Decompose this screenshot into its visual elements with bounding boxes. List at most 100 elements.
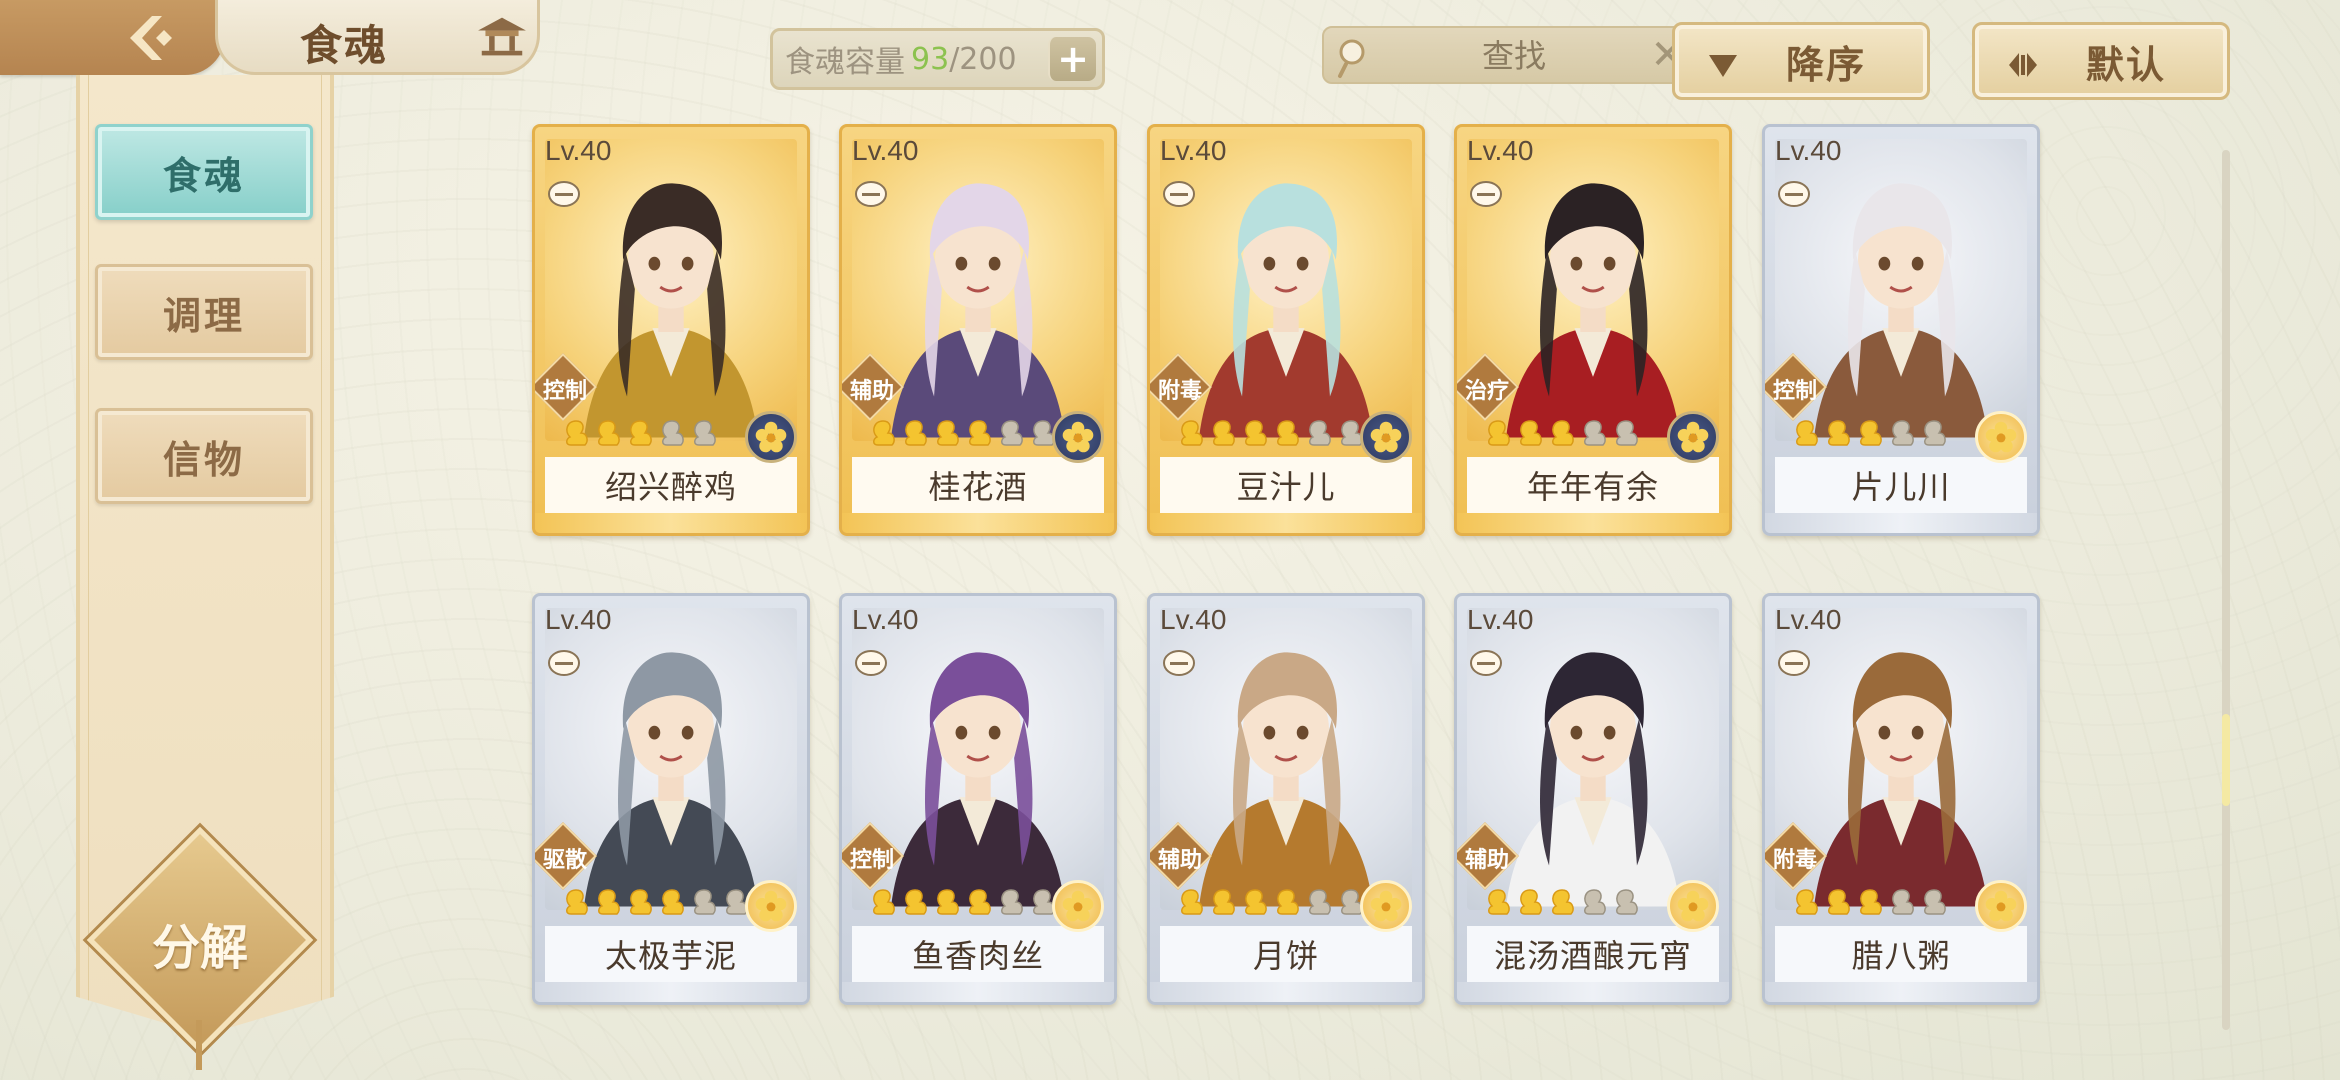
star-icon <box>937 420 959 446</box>
food-soul-card[interactable]: Lv.40 辅助 混汤酒酿元宵 <box>1454 593 1732 1005</box>
star-icon <box>1520 889 1542 915</box>
header-back-tab <box>0 0 225 75</box>
role-badge: 治疗 <box>1457 353 1519 421</box>
star-rating <box>1483 888 1641 916</box>
food-soul-card[interactable]: Lv.40 治疗 年年有余 <box>1454 124 1732 536</box>
search-input[interactable] <box>1394 34 1634 78</box>
star-icon <box>662 420 684 446</box>
card-footer-band <box>535 513 807 533</box>
star-rating <box>1176 419 1366 447</box>
star-icon <box>1860 420 1882 446</box>
level-label: Lv.40 <box>1160 135 1227 166</box>
level-label: Lv.40 <box>1775 135 1842 166</box>
food-soul-card[interactable]: Lv.40 驱散 太极芋泥 <box>532 593 810 1005</box>
capacity-max: /200 <box>949 41 1017 77</box>
tab-tokens[interactable]: 信物 <box>95 408 313 504</box>
star-icon <box>1828 420 1850 446</box>
scrollbar-track[interactable] <box>2222 150 2230 1030</box>
card-footer-band <box>1457 982 1729 1002</box>
decompose-label[interactable]: 分解 <box>120 908 280 978</box>
food-soul-card[interactable]: Lv.40 辅助 月饼 <box>1147 593 1425 1005</box>
sort-order-button[interactable]: 降序 <box>1672 22 1930 100</box>
tab-food-soul[interactable]: 食魂 <box>95 124 313 220</box>
flower-icon <box>755 890 787 922</box>
star-icon <box>873 889 895 915</box>
element-emblem <box>745 411 797 463</box>
star-icon <box>1181 420 1203 446</box>
food-soul-card[interactable]: Lv.40 附毒豆汁儿 <box>1147 124 1425 536</box>
star-rating <box>1176 888 1366 916</box>
star-icon <box>662 889 684 915</box>
star-icon <box>969 420 991 446</box>
card-footer-band <box>842 513 1114 533</box>
food-soul-card[interactable]: Lv.40 附毒 腊八粥 <box>1762 593 2040 1005</box>
role-label: 附毒 <box>1157 379 1202 404</box>
star-icon <box>1924 889 1946 915</box>
role-label: 治疗 <box>1464 379 1509 404</box>
star-icon <box>1277 889 1299 915</box>
role-label: 驱散 <box>542 848 587 873</box>
star-icon <box>1892 420 1914 446</box>
bowl-icon <box>1470 650 1502 676</box>
character-name: 腊八粥 <box>1775 926 2027 982</box>
star-icon <box>1584 420 1606 446</box>
character-name: 豆汁儿 <box>1160 457 1412 513</box>
character-name: 太极芋泥 <box>545 926 797 982</box>
tab-conditioning[interactable]: 调理 <box>95 264 313 360</box>
element-emblem <box>1360 880 1412 932</box>
bowl-icon <box>1163 181 1195 207</box>
character-name: 月饼 <box>1160 926 1412 982</box>
element-emblem <box>745 880 797 932</box>
sort-arrows-icon <box>2009 53 2037 77</box>
tassel-decoration <box>196 1020 202 1070</box>
star-icon <box>1245 420 1267 446</box>
star-icon <box>566 420 588 446</box>
star-icon <box>694 420 716 446</box>
card-footer-band <box>1150 513 1422 533</box>
star-rating <box>1483 419 1641 447</box>
scrollbar-thumb[interactable] <box>2222 714 2230 806</box>
level-label: Lv.40 <box>1775 604 1842 635</box>
character-name: 鱼香肉丝 <box>852 926 1104 982</box>
role-label: 辅助 <box>1464 848 1509 873</box>
food-soul-card[interactable]: Lv.40 控制片儿川 <box>1762 124 2040 536</box>
star-rating <box>1791 888 1949 916</box>
star-icon <box>1924 420 1946 446</box>
star-icon <box>1520 420 1542 446</box>
star-icon <box>1181 889 1203 915</box>
capacity-label: 食魂容量 <box>785 45 905 80</box>
sort-mode-button[interactable]: 默认 <box>1972 22 2230 100</box>
sort-mode-label: 默认 <box>2085 41 2166 87</box>
star-icon <box>873 420 895 446</box>
star-icon <box>905 889 927 915</box>
star-icon <box>630 420 652 446</box>
level-label: Lv.40 <box>852 604 919 635</box>
element-emblem <box>1667 880 1719 932</box>
role-label: 控制 <box>849 848 894 873</box>
flower-icon <box>1677 421 1709 453</box>
element-emblem <box>1052 411 1104 463</box>
back-button[interactable] <box>115 6 185 70</box>
star-icon <box>1213 889 1235 915</box>
element-emblem <box>1975 411 2027 463</box>
star-icon <box>1584 889 1606 915</box>
star-icon <box>969 889 991 915</box>
back-arrow-icon <box>130 16 172 60</box>
food-soul-card[interactable]: Lv.40 控制 绍兴醉鸡 <box>532 124 810 536</box>
role-badge: 控制 <box>1765 353 1827 421</box>
role-badge: 辅助 <box>1150 822 1212 890</box>
triangle-down-icon <box>1709 55 1737 77</box>
food-soul-card[interactable]: Lv.40 辅助 桂花酒 <box>839 124 1117 536</box>
tab-label: 食魂 <box>162 152 245 198</box>
capacity-indicator: 食魂容量 93 /200 + <box>770 28 1105 90</box>
star-icon <box>630 889 652 915</box>
character-name: 片儿川 <box>1775 457 2027 513</box>
star-icon <box>905 420 927 446</box>
tab-label: 调理 <box>162 292 245 338</box>
pavilion-button[interactable] <box>470 12 534 62</box>
food-soul-card[interactable]: Lv.40 控制鱼香肉丝 <box>839 593 1117 1005</box>
capacity-add-button[interactable]: + <box>1048 37 1096 81</box>
role-label: 控制 <box>542 379 587 404</box>
sort-order-label: 降序 <box>1785 41 1866 87</box>
flower-icon <box>1677 890 1709 922</box>
